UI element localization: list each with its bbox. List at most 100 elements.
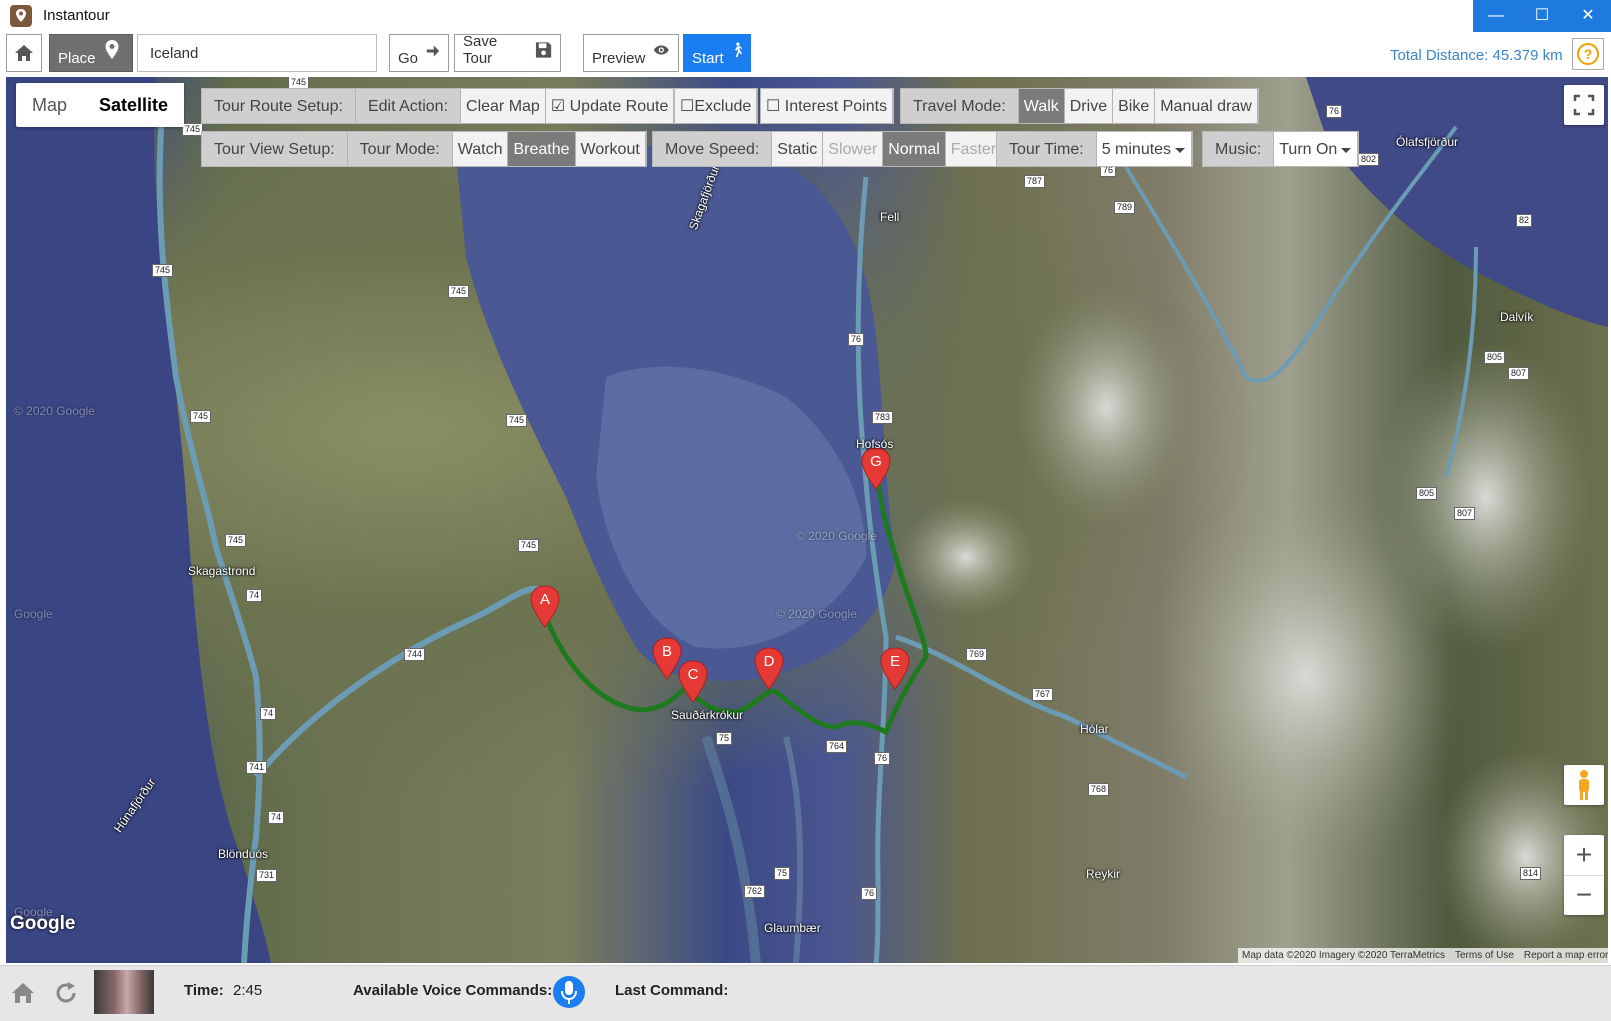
route-marker-a[interactable]: A [529,585,561,629]
minimize-icon[interactable]: — [1473,0,1519,32]
map-pin-icon [105,40,119,59]
tour-time-panel: Tour Time: 5 minutes [996,131,1194,167]
tour-time-label: Tour Time: [997,132,1097,166]
travel-mode-panel: Travel Mode: Walk Drive Bike Manual draw [900,88,1259,124]
speed-slower[interactable]: Slower [823,132,884,166]
interest-points-label: Interest Points [784,98,888,115]
maximize-icon[interactable]: ☐ [1519,0,1565,32]
road-shield: 741 [246,761,268,774]
refresh-button[interactable] [53,980,79,1010]
road-shield: 744 [404,648,426,661]
road-shield: 745 [448,285,470,298]
road-shield: 76 [861,887,878,900]
music-select[interactable]: Turn On [1274,132,1359,166]
travel-mode-bike[interactable]: Bike [1113,89,1156,123]
tour-mode-label: Tour Mode: [347,132,453,166]
tour-route-setup-panel: Tour Route Setup: Edit Action: Clear Map… [201,88,676,124]
map-attribution-bar: Map data ©2020 Imagery ©2020 TerraMetric… [1238,948,1608,963]
home-button[interactable] [6,34,42,72]
marker-label: C [688,666,699,683]
fullscreen-button[interactable] [1564,85,1604,125]
road-shield: 731 [256,869,278,882]
satellite-map[interactable]: A B C D E G Ólafsfjörður Fell Skagafjörð… [6,77,1608,963]
travel-mode-walk[interactable]: Walk [1018,89,1065,123]
place-label: Place [58,50,96,67]
town-label: Skagastrond [188,564,256,578]
report-map-error-link[interactable]: Report a map error [1524,948,1608,963]
tour-mode-workout[interactable]: Workout [575,132,646,166]
town-label: Blönduós [218,847,269,861]
exclude-checkbox[interactable]: ☐Exclude [675,89,758,123]
road-shield: 783 [872,411,894,424]
speed-normal[interactable]: Normal [883,132,946,166]
road-shield: 814 [1520,867,1542,880]
tour-mode-watch[interactable]: Watch [452,132,509,166]
road-shield: 769 [966,648,988,661]
road-shield: 764 [826,740,848,753]
map-type-satellite[interactable]: Satellite [83,83,185,127]
map-watermark: Google [14,607,53,621]
save-tour-label: Save Tour [463,33,498,67]
place-button[interactable]: Place [49,34,133,72]
road-shield: 75 [774,867,791,880]
zoom-in-icon[interactable]: + [1564,835,1604,876]
microphone-button[interactable] [553,976,585,1008]
clear-map-button[interactable]: Clear Map [461,89,546,123]
start-button[interactable]: Start [683,34,751,72]
road-shield: 745 [190,410,212,423]
close-icon[interactable]: ✕ [1565,0,1611,32]
zoom-control: + − [1564,835,1604,915]
speed-static[interactable]: Static [772,132,824,166]
move-speed-panel: Move Speed: Static Slower Normal Faster [652,131,1004,167]
tour-mode-breathe[interactable]: Breathe [508,132,576,166]
save-tour-button[interactable]: Save Tour [454,33,561,72]
edit-action-label: Edit Action: [355,89,462,123]
route-marker-e[interactable]: E [879,647,911,691]
help-button[interactable]: ? [1572,38,1604,70]
road-shield: 745 [152,264,174,277]
town-label: Hólar [1080,722,1109,736]
home-icon [12,983,34,1003]
route-marker-c[interactable]: C [677,660,709,704]
road-shield: 74 [268,811,285,824]
app-logo-icon [10,5,32,27]
music-panel: Music: Turn On [1202,131,1360,167]
exclude-label: Exclude [694,98,752,115]
status-home-button[interactable] [10,981,36,1009]
travel-mode-drive[interactable]: Drive [1064,89,1114,123]
video-thumbnail[interactable] [94,970,154,1014]
help-icon: ? [1577,43,1599,65]
road-shield: 802 [1358,153,1380,166]
route-marker-g[interactable]: G [860,447,892,491]
route-marker-d[interactable]: D [753,647,785,691]
floppy-disk-icon [535,42,552,58]
road-shield: 82 [1516,214,1533,227]
update-route-checkbox[interactable]: ☑ Update Route [545,89,675,123]
preview-button[interactable]: Preview [583,34,679,72]
time-label: Time: [184,982,224,999]
speed-faster[interactable]: Faster [945,132,1003,166]
map-type-map[interactable]: Map [16,83,83,127]
place-search-input[interactable] [137,34,377,72]
time-value: 2:45 [233,982,263,999]
road-shield: 807 [1508,367,1530,380]
street-view-pegman[interactable] [1564,765,1604,805]
road-shield: 805 [1484,351,1506,364]
road-shield: 807 [1454,507,1476,520]
interest-points-checkbox[interactable]: ☐ Interest Points [761,89,894,123]
pegman-icon [1579,770,1589,800]
eye-icon [654,45,670,55]
checkbox-unchecked-icon: ☐ [766,98,781,115]
terms-of-use-link[interactable]: Terms of Use [1455,948,1514,963]
travel-mode-label: Travel Mode: [901,89,1019,123]
last-command-label: Last Command: [615,982,729,999]
go-button[interactable]: Go [389,34,449,72]
map-watermark: © 2020 Google [776,607,857,621]
tour-time-select[interactable]: 5 minutes [1096,132,1193,166]
road-shield: 74 [260,707,277,720]
zoom-out-icon[interactable]: − [1564,876,1604,916]
total-distance: Total Distance: 45.379 km [1390,47,1563,64]
travel-mode-manual-draw[interactable]: Manual draw [1155,89,1258,123]
town-label: Dalvík [1500,310,1534,324]
move-speed-label: Move Speed: [653,132,773,166]
